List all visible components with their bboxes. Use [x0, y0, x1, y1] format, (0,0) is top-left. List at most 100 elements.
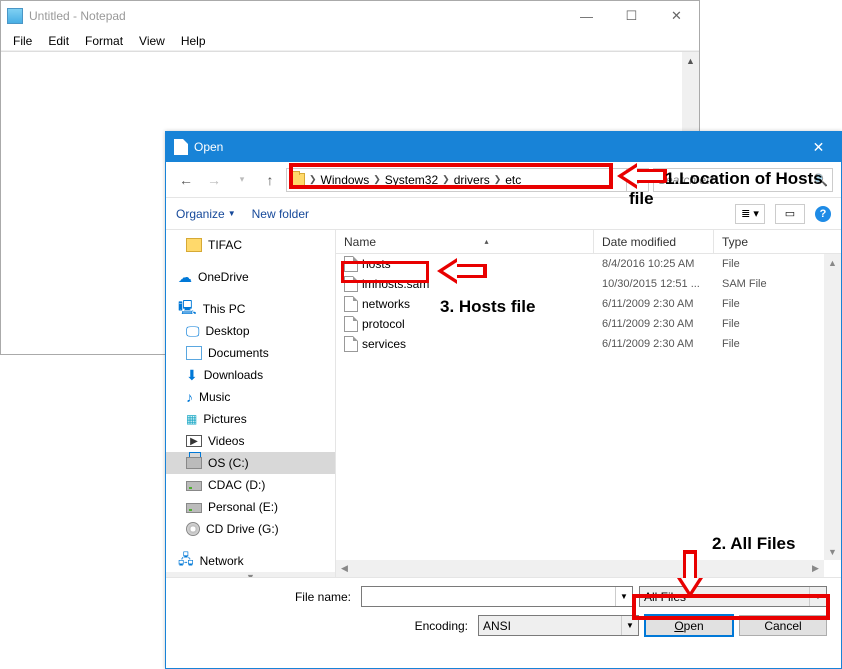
notepad-titlebar[interactable]: Untitled - Notepad — ☐ ✕	[1, 1, 699, 31]
organize-button[interactable]: Organize▼	[176, 207, 236, 221]
encoding-label: Encoding:	[180, 619, 472, 633]
sidebar-item-cdac[interactable]: CDAC (D:)	[166, 474, 335, 496]
chevron-right-icon[interactable]: ❯	[494, 174, 502, 185]
scroll-up-icon[interactable]: ▲	[824, 254, 841, 271]
crumb-etc[interactable]: etc	[501, 173, 525, 187]
menu-help[interactable]: Help	[173, 34, 214, 48]
nav-back-button[interactable]: ←	[174, 168, 198, 192]
sidebar-scroll-down[interactable]: ▼	[166, 572, 335, 577]
menu-file[interactable]: File	[5, 34, 40, 48]
file-row[interactable]: networks 6/11/2009 2:30 AM File	[336, 294, 841, 314]
documents-icon	[186, 346, 202, 360]
sidebar-item-thispc[interactable]: 🖳This PC	[166, 298, 335, 320]
search-input[interactable]: Search etc 🔍	[653, 168, 833, 192]
chevron-down-icon[interactable]: ▼	[809, 587, 826, 606]
dialog-titlebar[interactable]: Open ✕	[166, 132, 841, 162]
sidebar-item-pictures[interactable]: ▦Pictures	[166, 408, 335, 430]
sidebar-item-videos[interactable]: ▶Videos	[166, 430, 335, 452]
minimize-button[interactable]: —	[564, 1, 609, 31]
maximize-button[interactable]: ☐	[609, 1, 654, 31]
file-hscroll[interactable]: ◀ ▶	[336, 560, 824, 577]
menu-view[interactable]: View	[131, 34, 173, 48]
file-type-select[interactable]: All Files ▼	[639, 586, 827, 607]
sidebar-item-documents[interactable]: Documents	[166, 342, 335, 364]
scroll-down-icon[interactable]: ▼	[824, 543, 841, 560]
filename-input[interactable]: ▼	[361, 586, 633, 607]
nav-forward-button[interactable]: →	[202, 168, 226, 192]
chevron-right-icon[interactable]: ❯	[309, 174, 317, 185]
notepad-menubar: File Edit Format View Help	[1, 31, 699, 51]
menu-edit[interactable]: Edit	[40, 34, 77, 48]
chevron-down-icon[interactable]: ▼	[621, 616, 638, 635]
drive-icon	[186, 503, 202, 513]
cancel-button[interactable]: Cancel	[739, 615, 827, 636]
crumb-drivers[interactable]: drivers	[450, 173, 494, 187]
drive-icon	[186, 457, 202, 469]
view-options-button[interactable]: ≣ ▾	[735, 204, 765, 224]
sidebar-item-onedrive[interactable]: ☁OneDrive	[166, 266, 335, 288]
music-icon: ♪	[186, 389, 193, 405]
onedrive-icon: ☁	[178, 270, 192, 284]
chevron-right-icon[interactable]: ❯	[442, 174, 450, 185]
file-row[interactable]: services 6/11/2009 2:30 AM File	[336, 334, 841, 354]
refresh-button[interactable]: ↻	[626, 169, 648, 191]
address-bar-row: ← → ▾ ↑ ❯ Windows ❯ System32 ❯ drivers ❯…	[166, 162, 841, 198]
sidebar-item-downloads[interactable]: ⬇Downloads	[166, 364, 335, 386]
dialog-footer: File name: ▼ All Files ▼ Encoding: ANSI …	[166, 578, 841, 652]
file-icon	[344, 296, 358, 312]
sidebar-item-tifac[interactable]: TIFAC	[166, 234, 335, 256]
drive-icon	[186, 481, 202, 491]
chevron-down-icon[interactable]: ▼	[615, 587, 632, 606]
sidebar-item-osc[interactable]: OS (C:)	[166, 452, 335, 474]
crumb-windows[interactable]: Windows	[317, 173, 374, 187]
preview-pane-button[interactable]: ▭	[775, 204, 805, 224]
pictures-icon: ▦	[186, 412, 197, 426]
sidebar-item-personal[interactable]: Personal (E:)	[166, 496, 335, 518]
file-rows: hosts 8/4/2016 10:25 AM File lmhosts.sam…	[336, 254, 841, 560]
file-list-pane: Name▴ Date modified Type hosts 8/4/2016 …	[336, 230, 841, 577]
file-row[interactable]: lmhosts.sam 10/30/2015 12:51 ... SAM Fil…	[336, 274, 841, 294]
scroll-up-icon[interactable]: ▲	[682, 52, 699, 69]
chevron-right-icon[interactable]: ❯	[373, 174, 381, 185]
column-type[interactable]: Type	[714, 230, 824, 253]
breadcrumb[interactable]: ❯ Windows ❯ System32 ❯ drivers ❯ etc ↻	[286, 168, 649, 192]
close-button[interactable]: ✕	[654, 1, 699, 31]
sort-asc-icon: ▴	[485, 237, 489, 246]
videos-icon: ▶	[186, 435, 202, 447]
search-placeholder: Search etc	[658, 173, 715, 187]
file-row[interactable]: hosts 8/4/2016 10:25 AM File	[336, 254, 841, 274]
scroll-right-icon[interactable]: ▶	[807, 560, 824, 577]
column-name[interactable]: Name▴	[336, 230, 594, 253]
sidebar-item-network[interactable]: 🖧Network	[166, 550, 335, 572]
sidebar-item-desktop[interactable]: 🖵Desktop	[166, 320, 335, 342]
folder-icon	[186, 238, 202, 252]
document-icon	[174, 139, 188, 155]
encoding-select[interactable]: ANSI ▼	[478, 615, 639, 636]
menu-format[interactable]: Format	[77, 34, 131, 48]
file-vscroll[interactable]: ▲ ▼	[824, 254, 841, 560]
open-dialog: Open ✕ ← → ▾ ↑ ❯ Windows ❯ System32 ❯ dr…	[165, 131, 842, 669]
desktop-icon: 🖵	[186, 323, 200, 340]
dialog-title: Open	[194, 140, 223, 154]
nav-up-button[interactable]: ↑	[258, 168, 282, 192]
crumb-system32[interactable]: System32	[381, 173, 442, 187]
sidebar-item-cddrive[interactable]: CD Drive (G:)	[166, 518, 335, 540]
sidebar-item-music[interactable]: ♪Music	[166, 386, 335, 408]
folder-icon	[289, 173, 305, 187]
file-row[interactable]: protocol 6/11/2009 2:30 AM File	[336, 314, 841, 334]
open-button[interactable]: Open	[645, 615, 733, 636]
column-date[interactable]: Date modified	[594, 230, 714, 253]
file-icon	[344, 256, 358, 272]
dialog-close-button[interactable]: ✕	[796, 132, 841, 162]
file-icon	[344, 276, 358, 292]
nav-sidebar: TIFAC ☁OneDrive 🖳This PC 🖵Desktop Docume…	[166, 230, 336, 577]
help-icon[interactable]: ?	[815, 206, 831, 222]
nav-recent-button[interactable]: ▾	[230, 168, 254, 192]
search-icon[interactable]: 🔍	[813, 173, 828, 187]
chevron-down-icon: ▼	[228, 209, 236, 218]
file-icon	[344, 316, 358, 332]
scroll-left-icon[interactable]: ◀	[336, 560, 353, 577]
column-headers: Name▴ Date modified Type	[336, 230, 841, 254]
newfolder-button[interactable]: New folder	[252, 207, 309, 221]
filename-label: File name:	[180, 590, 355, 604]
